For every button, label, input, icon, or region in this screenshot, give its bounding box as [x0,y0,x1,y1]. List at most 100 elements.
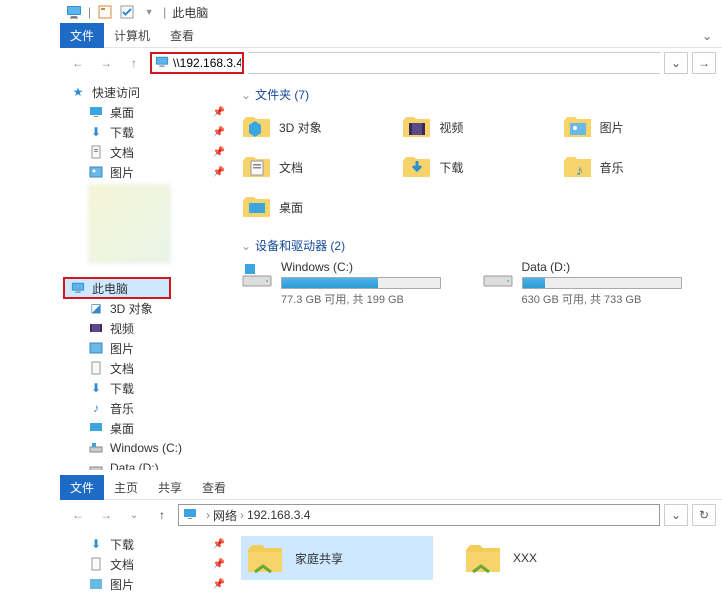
sidebar-label: 音乐 [110,400,134,417]
tab-computer[interactable]: 计算机 [104,23,160,48]
sidebar-item-music[interactable]: ♪音乐 [66,398,231,418]
go-button[interactable]: → [692,52,716,74]
refresh-button[interactable]: ↻ [692,504,716,526]
documents-icon [241,151,273,183]
drive-stat: 77.3 GB 可用, 共 199 GB [281,291,472,307]
drive-usage-bar [522,277,682,289]
sidebar-item-documents2[interactable]: 文档 [66,358,231,378]
tab-share[interactable]: 共享 [148,475,192,500]
pictures-icon [88,164,104,180]
back-button2[interactable]: ← [66,503,90,527]
address-dropdown[interactable]: ⌄ [664,52,688,74]
sidebar-preview-thumbnail [88,184,171,264]
sidebar-item-this-pc[interactable]: 此电脑 [64,278,170,298]
sidebar-item-pictures[interactable]: 图片📌 [66,162,231,182]
pin-icon: 📌 [213,579,225,590]
chevron-down-icon: ⌄ [241,88,251,102]
pictures-icon [88,576,104,592]
address-bar2[interactable]: › 网络 › 192.168.3.4 [178,504,660,526]
pin-icon: 📌 [213,147,225,158]
sidebar2-pictures[interactable]: 图片📌 [66,574,231,594]
drive-name: Windows (C:) [281,260,472,274]
sidebar2-documents[interactable]: 文档📌 [66,554,231,574]
sidebar-item-drive-d[interactable]: Data (D:) [66,458,231,470]
share-folder-icon [463,538,503,578]
up-button2[interactable]: ↑ [150,503,174,527]
chevron-right-icon: › [240,508,244,522]
share-item-home[interactable]: 家庭共享 [241,536,433,580]
group-header-drives[interactable]: ⌄设备和驱动器 (2) [241,237,712,254]
forward-button[interactable]: → [94,51,118,75]
drive-name: Data (D:) [522,260,713,274]
tab-view2[interactable]: 查看 [192,475,236,500]
nav-row: ← → ↑ ⌄ → [60,48,722,78]
network-content: 家庭共享 XXX [231,530,547,598]
folder-3d-objects[interactable]: 3D 对象 [241,109,391,145]
sidebar-item-downloads[interactable]: ⬇ 下载📌 [66,122,231,142]
ribbon: 文件 计算机 查看 ⌄ [60,24,722,48]
sidebar-label: 桌面 [110,420,134,437]
tab-file2[interactable]: 文件 [60,475,104,500]
group-header-folders[interactable]: ⌄文件夹 (7) [241,86,712,103]
properties-icon[interactable] [97,4,113,20]
svg-text:♪: ♪ [576,162,583,178]
download-icon: ⬇ [88,124,104,140]
titlebar-overflow-icon[interactable]: ▾ [141,4,157,20]
chevron-down-icon: ⌄ [241,239,251,253]
drive-stat: 630 GB 可用, 共 733 GB [522,291,713,307]
titlebar-sep2-icon: | [163,5,166,19]
sidebar-label: 文档 [110,360,134,377]
sidebar-item-videos[interactable]: 视频 [66,318,231,338]
breadcrumb-ip[interactable]: 192.168.3.4 [247,508,310,522]
up-button[interactable]: ↑ [122,51,146,75]
ribbon-expand-icon[interactable]: ⌄ [702,29,712,43]
forward-button2[interactable]: → [94,503,118,527]
drive-c[interactable]: Windows (C:) 77.3 GB 可用, 共 199 GB [241,260,472,307]
sidebar-label: 视频 [110,320,134,337]
recent-dropdown-icon[interactable]: ⌄ [122,503,146,527]
addr-spacer [248,52,660,74]
share-folder-icon [245,538,285,578]
drive-d[interactable]: Data (D:) 630 GB 可用, 共 733 GB [482,260,713,307]
sidebar-item-pictures2[interactable]: 图片 [66,338,231,358]
sidebar-item-documents[interactable]: 文档📌 [66,142,231,162]
sidebar-label: 桌面 [110,104,134,121]
folder-pictures[interactable]: 图片 [562,109,712,145]
sidebar2-downloads[interactable]: ⬇下载📌 [66,534,231,554]
sidebar-label: 图片 [110,164,134,181]
back-button[interactable]: ← [66,51,90,75]
titlebar-sep-icon: | [88,5,91,19]
folder-music[interactable]: ♪音乐 [562,149,712,185]
music-icon: ♪ [562,151,594,183]
content-area: ⌄文件夹 (7) 3D 对象 视频 图片 文档 下载 ♪音乐 桌面 ⌄设备和驱动… [231,78,722,470]
tab-file[interactable]: 文件 [60,23,104,48]
sidebar-label: 此电脑 [92,280,128,297]
sidebar-item-3d-objects[interactable]: ◪3D 对象 [66,298,231,318]
folder-documents[interactable]: 文档 [241,149,391,185]
address-dropdown2[interactable]: ⌄ [664,504,688,526]
desktop-icon [241,191,273,223]
share-label: 家庭共享 [295,550,343,567]
address-bar[interactable] [150,52,244,74]
star-icon: ★ [70,84,86,100]
sidebar-label: 3D 对象 [110,300,153,317]
sidebar-label: 下载 [110,124,134,141]
folder-videos[interactable]: 视频 [401,109,551,145]
pc-icon [155,55,169,71]
folder-desktop[interactable]: 桌面 [241,189,391,225]
tab-view[interactable]: 查看 [160,23,204,48]
pc-icon [70,280,86,296]
sidebar-item-desktop2[interactable]: 桌面 [66,418,231,438]
sidebar-item-drive-c[interactable]: Windows (C:) [66,438,231,458]
folder-label: 3D 对象 [279,119,322,136]
sidebar-item-downloads2[interactable]: ⬇下载 [66,378,231,398]
sidebar-quick-access[interactable]: ★ 快速访问 [66,82,231,102]
sidebar-item-desktop[interactable]: 桌面📌 [66,102,231,122]
check-icon[interactable] [119,4,135,20]
tab-home[interactable]: 主页 [104,475,148,500]
breadcrumb-network[interactable]: 网络 [213,507,237,524]
address-input[interactable] [173,56,241,70]
share-item-xxx[interactable]: XXX [463,536,537,580]
folder-downloads[interactable]: 下载 [401,149,551,185]
nav-row2: ← → ⌄ ↑ › 网络 › 192.168.3.4 ⌄ ↻ [60,500,722,530]
